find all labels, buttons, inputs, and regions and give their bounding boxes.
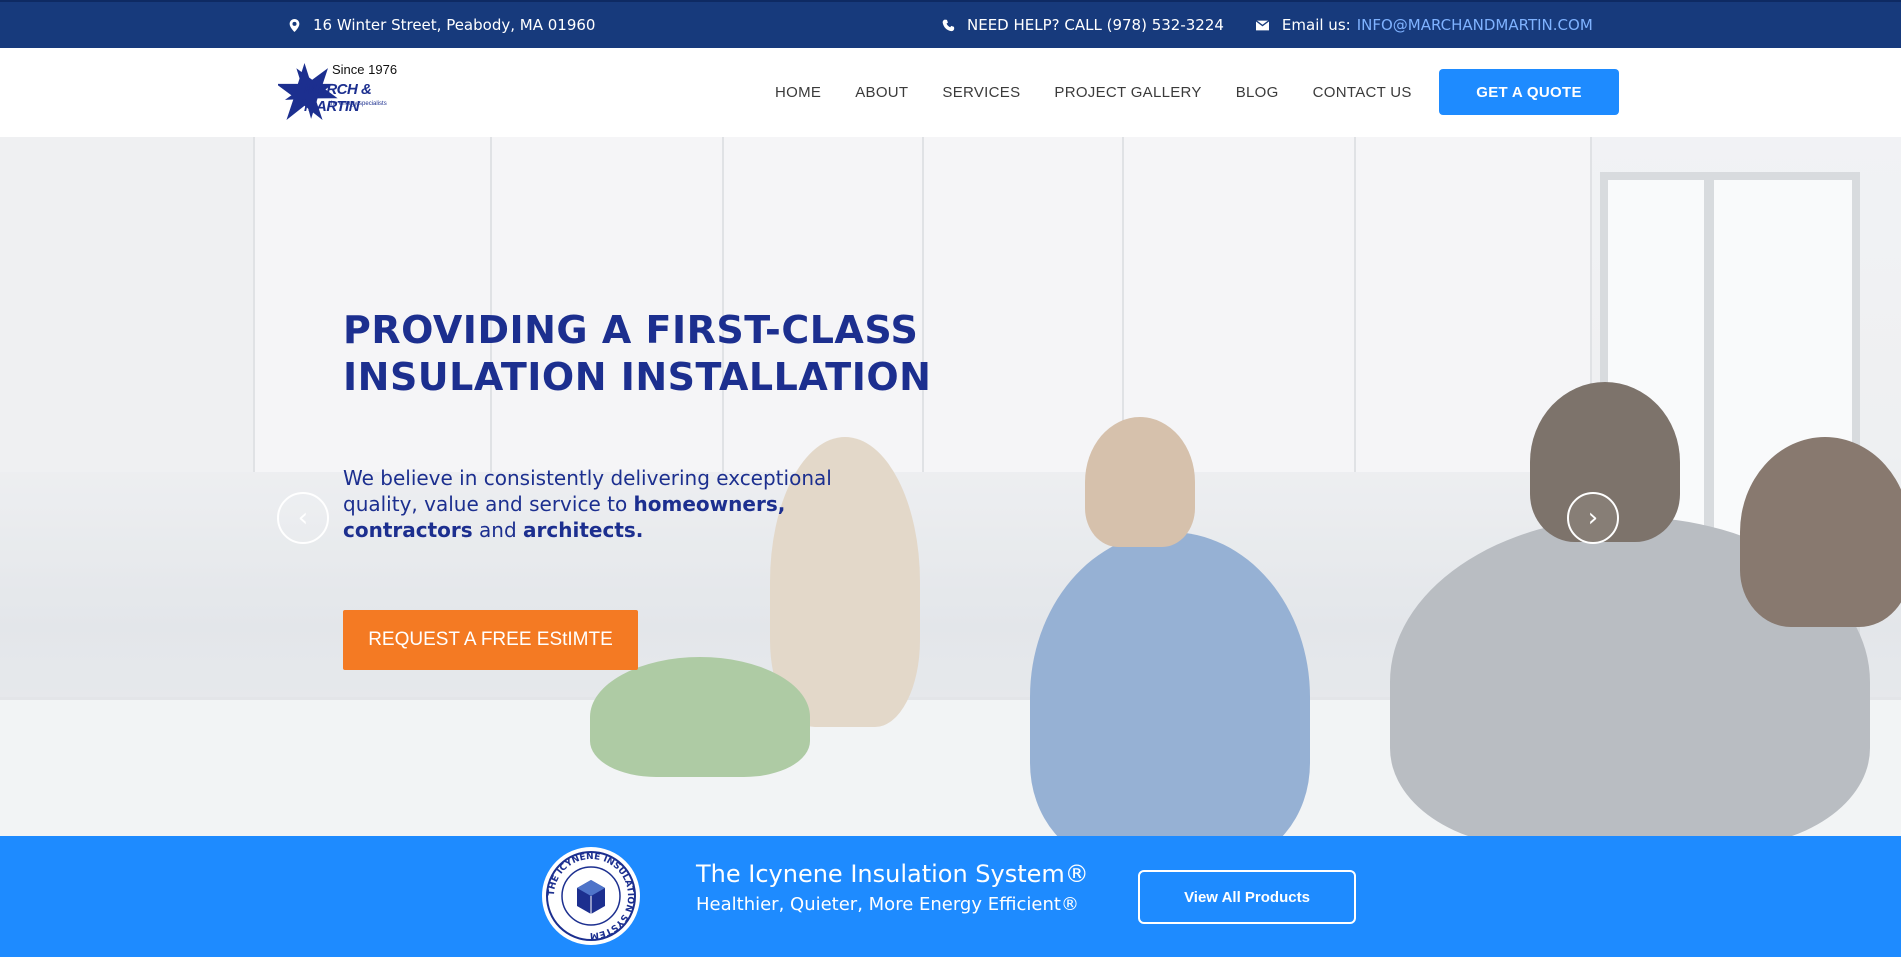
email-link[interactable]: INFO@MARCHANDMARTIN.COM — [1357, 16, 1593, 34]
top-info-bar: 16 Winter Street, Peabody, MA 01960 NEED… — [0, 0, 1901, 48]
product-title: The Icynene Insulation System® — [696, 860, 1089, 888]
nav-project-gallery[interactable]: PROJECT GALLERY — [1054, 84, 1201, 101]
product-strip: THE ICYNENE INSULATION SYSTEM The Icynen… — [0, 836, 1901, 957]
get-a-quote-button[interactable]: GET A QUOTE — [1439, 69, 1619, 115]
march-martin-logo[interactable]: Since 1976 MARCH & MARTIN the energy spe… — [278, 55, 423, 129]
contact-block: NEED HELP? CALL (978) 532-3224 Email us:… — [941, 16, 1593, 34]
hero-slider: PROVIDING A FIRST-CLASS INSULATION INSTA… — [0, 137, 1901, 836]
nav-about[interactable]: ABOUT — [855, 84, 908, 101]
view-all-products-button[interactable]: View All Products — [1138, 870, 1356, 924]
logo-tagline: the energy specialists — [329, 101, 387, 107]
nav-services[interactable]: SERVICES — [942, 84, 1020, 101]
chevron-left-icon: ‹ — [297, 503, 309, 533]
nav-contact-us[interactable]: CONTACT US — [1313, 84, 1412, 101]
address-block: 16 Winter Street, Peabody, MA 01960 — [287, 16, 595, 34]
slider-prev-button[interactable]: ‹ — [277, 492, 329, 544]
envelope-icon — [1256, 18, 1270, 32]
address-text: 16 Winter Street, Peabody, MA 01960 — [313, 16, 596, 34]
site-header: Since 1976 MARCH & MARTIN the energy spe… — [0, 48, 1901, 137]
chevron-right-icon: › — [1587, 503, 1599, 533]
request-estimate-button[interactable]: REQUEST A FREE EStIMTE — [343, 610, 638, 670]
nav-blog[interactable]: BLOG — [1236, 84, 1279, 101]
product-subtitle: Healthier, Quieter, More Energy Efficien… — [696, 894, 1079, 915]
nav-home[interactable]: HOME — [775, 84, 821, 101]
hero-subtitle: We believe in consistently delivering ex… — [343, 466, 832, 542]
icynene-seal-icon: THE ICYNENE INSULATION SYSTEM — [542, 847, 640, 945]
phone-text[interactable]: NEED HELP? CALL (978) 532-3224 — [967, 16, 1224, 34]
logo-since: Since 1976 — [332, 62, 398, 77]
map-pin-icon — [287, 18, 301, 32]
phone-icon — [941, 18, 955, 32]
main-nav: HOME ABOUT SERVICES PROJECT GALLERY BLOG… — [775, 84, 1412, 101]
logo-brand: MARCH & MARTIN — [304, 81, 372, 115]
hero-title: PROVIDING A FIRST-CLASS INSULATION INSTA… — [343, 308, 932, 399]
email-label: Email us: — [1281, 16, 1351, 34]
slider-next-button[interactable]: › — [1567, 492, 1619, 544]
